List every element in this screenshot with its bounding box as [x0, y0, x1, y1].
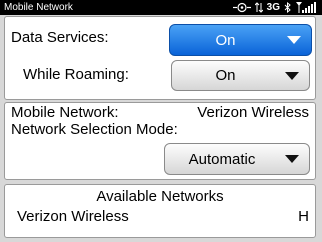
network-tech: H [298, 208, 309, 225]
data-services-dropdown[interactable]: On [169, 24, 312, 56]
data-services-panel: Data Services: On While Roaming: On [4, 16, 316, 100]
available-networks-panel: Available Networks Verizon Wireless H [4, 184, 316, 238]
status-bar: Mobile Network 3G [0, 0, 322, 15]
selection-mode-label: Network Selection Mode: [11, 121, 178, 138]
chevron-down-icon [287, 36, 301, 44]
while-roaming-dropdown[interactable]: On [171, 60, 310, 91]
list-item[interactable]: Verizon Wireless H [9, 208, 311, 228]
bluetooth-icon [284, 2, 292, 13]
chevron-down-icon [285, 71, 299, 80]
network-name: Verizon Wireless [17, 208, 129, 225]
available-networks-title: Available Networks [96, 188, 224, 205]
while-roaming-label: While Roaming: [23, 66, 129, 83]
status-icons: 3G [232, 1, 318, 14]
selection-mode-value: Automatic [188, 150, 256, 168]
mobile-network-label: Mobile Network: [11, 104, 119, 121]
selection-mode-dropdown[interactable]: Automatic [164, 143, 310, 175]
signal-strength-icon [296, 2, 318, 13]
network-type-label: 3G [266, 2, 280, 13]
data-services-value: On [215, 31, 236, 49]
mobile-network-value: Verizon Wireless [197, 104, 309, 121]
window-title: Mobile Network [4, 2, 73, 13]
mobile-network-panel: Mobile Network: Verizon Wireless Network… [4, 102, 316, 180]
network-arrows-icon [254, 2, 263, 13]
while-roaming-value: On [215, 67, 236, 84]
chevron-down-icon [285, 155, 299, 163]
data-services-label: Data Services: [11, 29, 109, 46]
gps-icon [232, 2, 251, 13]
